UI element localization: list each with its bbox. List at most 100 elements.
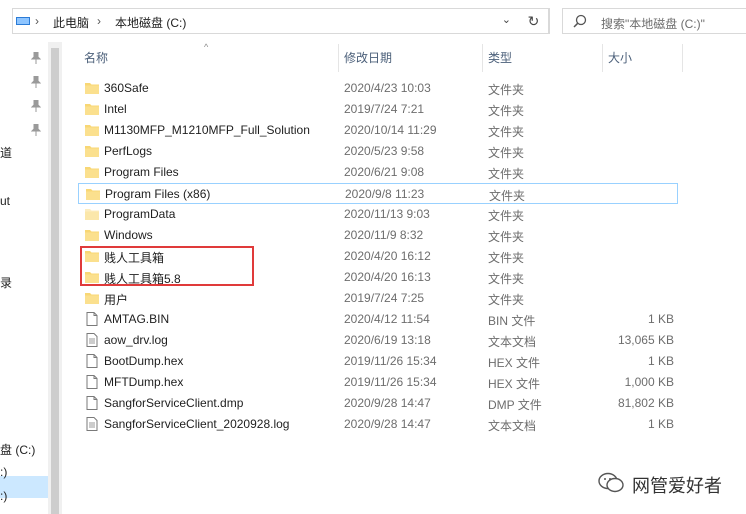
file-type: 文件夹 [488, 125, 525, 139]
file-icon [85, 312, 99, 326]
folder-icon [85, 102, 99, 116]
navigation-pane[interactable]: 道 ut 录 盘 (C:) :) :) [0, 42, 48, 514]
column-header-row: ^ 名称 修改日期 类型 大小 [62, 42, 746, 74]
file-modified-date: 2020/9/28 14:47 [344, 396, 431, 410]
file-name: AMTAG.BIN [104, 312, 170, 326]
pin-icon[interactable] [31, 52, 41, 64]
file-type: BIN 文件 [488, 314, 536, 328]
file-type: 文件夹 [489, 189, 526, 203]
address-bar[interactable]: › 此电脑 › 本地磁盘 (C:) ⌄ [12, 8, 550, 34]
file-modified-date: 2020/11/9 8:32 [344, 228, 424, 242]
column-divider[interactable] [682, 44, 683, 72]
file-size: 1 KB [647, 312, 674, 326]
file-name: 360Safe [104, 81, 149, 95]
file-name: Intel [104, 102, 127, 116]
breadcrumb-separator[interactable]: › [35, 14, 39, 28]
file-row[interactable]: Program Files 2020/6/21 9:08 文件夹 [78, 162, 678, 183]
nav-scrollbar[interactable] [48, 42, 62, 514]
pin-icon[interactable] [31, 76, 41, 88]
file-name: M1130MFP_M1210MFP_Full_Solution [104, 123, 310, 137]
file-modified-date: 2020/4/20 16:12 [344, 249, 431, 263]
this-pc-icon [16, 17, 30, 25]
file-type: HEX 文件 [488, 377, 541, 391]
file-modified-date: 2019/7/24 7:21 [344, 102, 425, 116]
file-row[interactable]: 360Safe 2020/4/23 10:03 文件夹 [78, 78, 678, 99]
wechat-icon [598, 472, 624, 493]
file-size: 1,000 KB [624, 375, 674, 389]
file-modified-date: 2019/7/24 7:25 [344, 291, 425, 305]
file-name: 用户 [104, 293, 129, 307]
folder-icon [85, 291, 99, 305]
scrollbar-thumb[interactable] [51, 48, 59, 514]
pin-icon[interactable] [31, 124, 41, 136]
file-name: PerfLogs [104, 144, 153, 158]
column-header-modified[interactable]: 修改日期 [338, 42, 482, 74]
folder-icon [85, 81, 99, 95]
text-file-icon [85, 417, 99, 431]
folder-icon [85, 144, 99, 158]
file-type: 文件夹 [488, 83, 525, 97]
nav-item[interactable]: 录 [0, 274, 12, 291]
folder-icon [85, 228, 99, 242]
breadcrumb-this-pc[interactable]: 此电脑 [53, 14, 89, 31]
file-modified-date: 2020/4/12 11:54 [344, 312, 430, 326]
file-row[interactable]: AMTAG.BIN 2020/4/12 11:54 BIN 文件 1 KB [78, 309, 678, 330]
file-modified-date: 2020/4/23 10:03 [344, 81, 431, 95]
file-row[interactable]: Windows 2020/11/9 8:32 文件夹 [78, 225, 678, 246]
column-header-name[interactable]: 名称 [78, 42, 338, 74]
file-row[interactable]: aow_drv.log 2020/6/19 13:18 文本文档 13,065 KB [78, 330, 678, 351]
nav-item-c-drive[interactable]: 盘 (C:) [0, 441, 35, 458]
file-row[interactable]: PerfLogs 2020/5/23 9:58 文件夹 [78, 141, 678, 162]
file-modified-date: 2019/11/26 15:34 [344, 375, 437, 389]
nav-item[interactable]: 道 [0, 144, 12, 161]
file-row[interactable]: Intel 2019/7/24 7:21 文件夹 [78, 99, 678, 120]
file-modified-date: 2019/11/26 15:34 [344, 354, 437, 368]
file-row[interactable]: M1130MFP_M1210MFP_Full_Solution 2020/10/1… [78, 120, 678, 141]
refresh-button[interactable]: ↻ [519, 8, 549, 34]
file-name: Program Files [104, 165, 179, 179]
file-name: SangforServiceClient.dmp [104, 396, 244, 410]
watermark-text: 网管爱好者 [632, 476, 722, 496]
file-row[interactable]: Program Files (x86) 2020/9/8 11:23 文件夹 [78, 183, 678, 204]
column-header-size[interactable]: 大小 [602, 42, 682, 74]
file-name: ProgramData [104, 207, 176, 221]
file-row[interactable]: BootDump.hex 2019/11/26 15:34 HEX 文件 1 KB [78, 351, 678, 372]
column-header-type[interactable]: 类型 [482, 42, 602, 74]
file-icon [85, 375, 99, 389]
folder-icon [85, 165, 99, 179]
address-bar-area: › 此电脑 › 本地磁盘 (C:) ⌄ ↻ 搜索"本地磁盘 (C:)" [0, 0, 746, 42]
search-input[interactable]: 搜索"本地磁盘 (C:)" [562, 8, 746, 34]
nav-item[interactable]: ut [0, 194, 10, 208]
folder-icon [86, 187, 100, 201]
breadcrumb-c-drive[interactable]: 本地磁盘 (C:) [115, 14, 186, 31]
file-row[interactable]: SangforServiceClient.dmp 2020/9/28 14:47 D… [78, 393, 678, 414]
file-type: 文件夹 [488, 230, 525, 244]
file-type: 文本文档 [488, 335, 537, 349]
search-icon [573, 14, 587, 28]
file-name: Program Files (x86) [105, 187, 211, 201]
file-modified-date: 2020/11/13 9:03 [344, 207, 430, 221]
file-name: MFTDump.hex [104, 375, 184, 389]
file-type: 文件夹 [488, 272, 525, 286]
file-row[interactable]: ProgramData 2020/11/13 9:03 文件夹 [78, 204, 678, 225]
breadcrumb-separator[interactable]: › [97, 14, 101, 28]
refresh-icon: ↻ [527, 13, 540, 29]
chevron-down-icon[interactable]: ⌄ [502, 13, 511, 26]
file-type: 文件夹 [488, 146, 525, 160]
file-modified-date: 2020/10/14 11:29 [344, 123, 437, 137]
file-name: BootDump.hex [104, 354, 184, 368]
file-row[interactable]: MFTDump.hex 2019/11/26 15:34 HEX 文件 1,000 K… [78, 372, 678, 393]
file-modified-date: 2020/6/19 13:18 [344, 333, 431, 347]
file-type: 文件夹 [488, 251, 525, 265]
nav-item[interactable]: :) [0, 465, 7, 479]
file-row[interactable]: SangforServiceClient_2020928.log 2020/9/2… [78, 414, 678, 435]
file-size: 13,065 KB [617, 333, 674, 347]
file-row[interactable]: 用户 2019/7/24 7:25 文件夹 [78, 288, 678, 309]
file-icon [85, 396, 99, 410]
file-size: 1 KB [647, 354, 674, 368]
file-icon [85, 354, 99, 368]
file-modified-date: 2020/4/20 16:13 [344, 270, 431, 284]
text-file-icon [85, 333, 99, 347]
nav-item[interactable]: :) [0, 489, 7, 503]
pin-icon[interactable] [31, 100, 41, 112]
